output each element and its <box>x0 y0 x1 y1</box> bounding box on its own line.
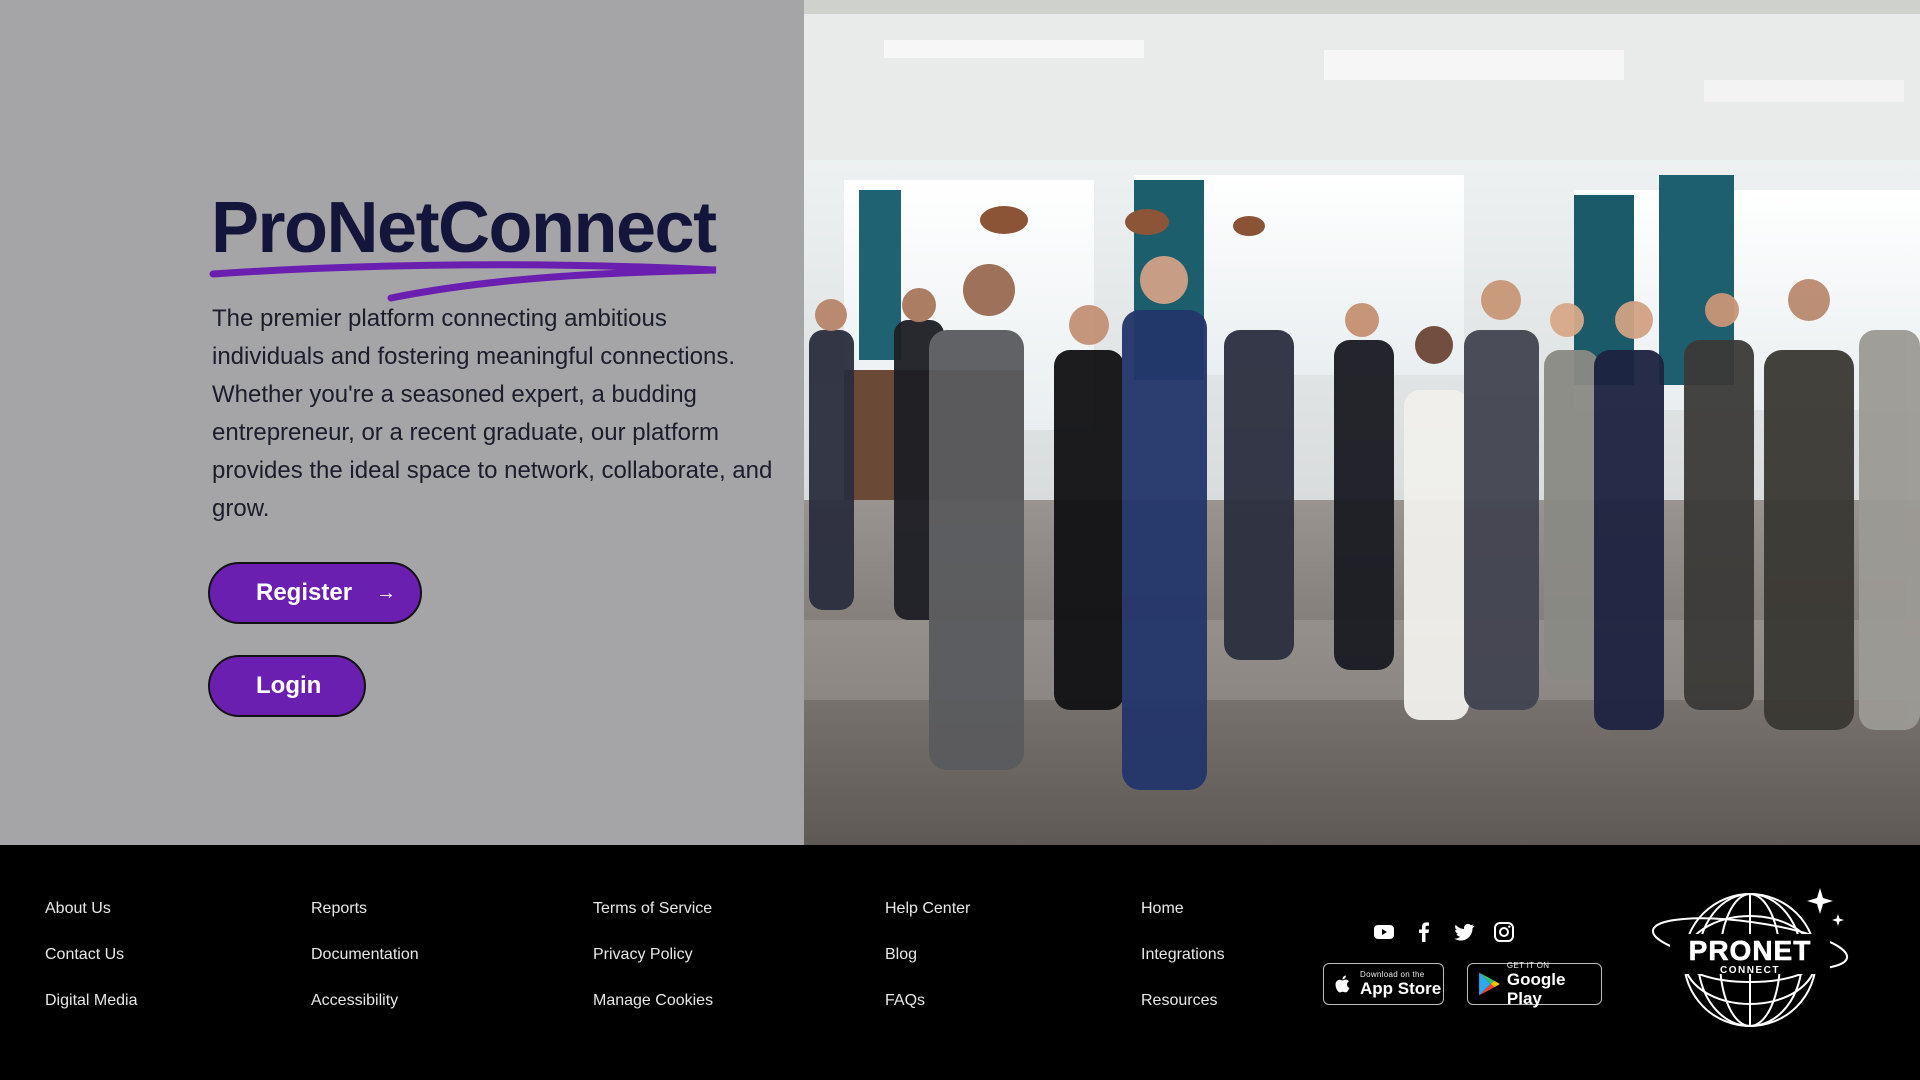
app-store-label: App Store <box>1360 979 1442 998</box>
app-store-small-text: Download on the <box>1360 970 1425 979</box>
logo-text: PRONET <box>1689 935 1812 966</box>
footer-link-privacy-policy[interactable]: Privacy Policy <box>593 946 693 964</box>
brand-title: ProNetConnect <box>211 188 717 268</box>
google-play-badge[interactable]: GET IT ON Google Play <box>1467 960 1602 1008</box>
hero-tagline: The premier platform connecting ambitiou… <box>212 305 773 522</box>
logo-subtext: CONNECT <box>1720 965 1780 976</box>
footer-link-accessibility[interactable]: Accessibility <box>311 992 398 1010</box>
footer-link-home[interactable]: Home <box>1141 900 1184 918</box>
footer-link-faqs[interactable]: FAQs <box>885 992 925 1010</box>
footer <box>0 845 1920 1080</box>
footer-link-help-center[interactable]: Help Center <box>885 900 970 918</box>
pronet-connect-logo: PRONET CONNECT <box>1651 888 1849 1027</box>
footer-link-contact-us[interactable]: Contact Us <box>45 946 124 964</box>
footer-link-about-us[interactable]: About Us <box>45 900 111 918</box>
youtube-icon[interactable] <box>1372 920 1396 944</box>
instagram-icon[interactable] <box>1492 920 1516 944</box>
footer-link-resources[interactable]: Resources <box>1141 992 1217 1010</box>
twitter-icon[interactable] <box>1452 920 1476 944</box>
footer-link-reports[interactable]: Reports <box>311 900 367 918</box>
facebook-icon[interactable] <box>1412 920 1436 944</box>
register-label: Register <box>256 579 353 606</box>
footer-link-manage-cookies[interactable]: Manage Cookies <box>593 992 713 1010</box>
google-play-label: Google Play <box>1506 969 1566 1008</box>
google-play-small-text: GET IT ON <box>1506 960 1550 970</box>
hero-section: ProNetConnect The premier platform conne… <box>0 0 1920 845</box>
footer-link-blog[interactable]: Blog <box>885 946 917 964</box>
google-play-icon <box>1479 972 1500 996</box>
apple-icon <box>1335 975 1350 993</box>
event-photo-illustration <box>804 0 1920 845</box>
login-label: Login <box>256 672 322 699</box>
register-button[interactable]: Register → <box>208 562 422 624</box>
brand-block: ProNetConnect <box>209 188 717 302</box>
hero-left-panel: ProNetConnect The premier platform conne… <box>0 0 804 845</box>
footer-link-integrations[interactable]: Integrations <box>1141 946 1225 964</box>
login-button[interactable]: Login <box>208 655 366 717</box>
footer-link-terms-of-service[interactable]: Terms of Service <box>593 900 712 918</box>
arrow-right-icon: → <box>376 581 397 604</box>
footer-link-documentation[interactable]: Documentation <box>311 946 419 964</box>
networking-event-photo <box>804 0 1920 845</box>
app-store-badge[interactable]: Download on the App Store <box>1323 963 1444 1005</box>
footer-link-digital-media[interactable]: Digital Media <box>45 992 137 1010</box>
